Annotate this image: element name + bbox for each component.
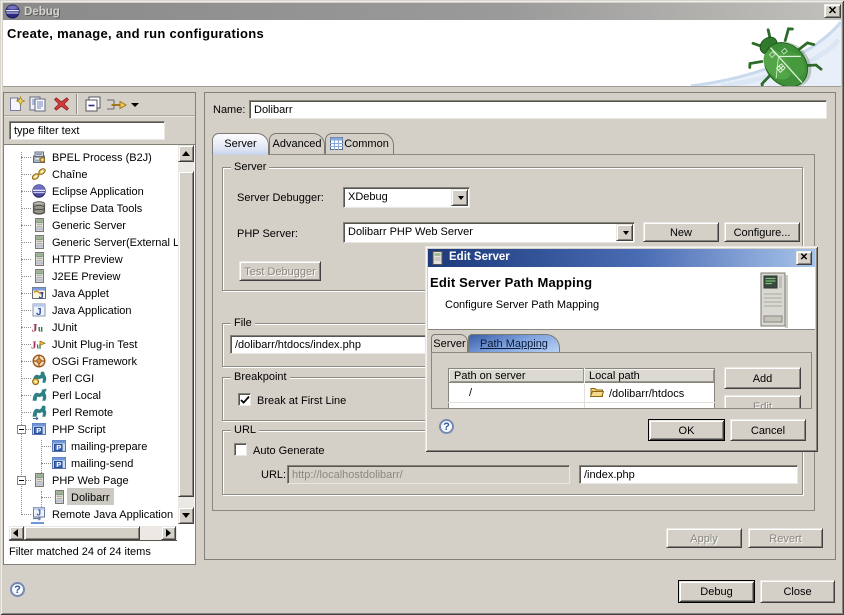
svg-text:P: P <box>56 460 61 469</box>
svg-text:J: J <box>39 291 44 301</box>
svg-text:u: u <box>38 324 43 334</box>
svg-text:J: J <box>37 509 41 518</box>
svg-text:P: P <box>36 426 41 435</box>
svg-text:J: J <box>36 307 42 318</box>
svg-text:J: J <box>32 321 38 335</box>
svg-text:P: P <box>56 443 61 452</box>
